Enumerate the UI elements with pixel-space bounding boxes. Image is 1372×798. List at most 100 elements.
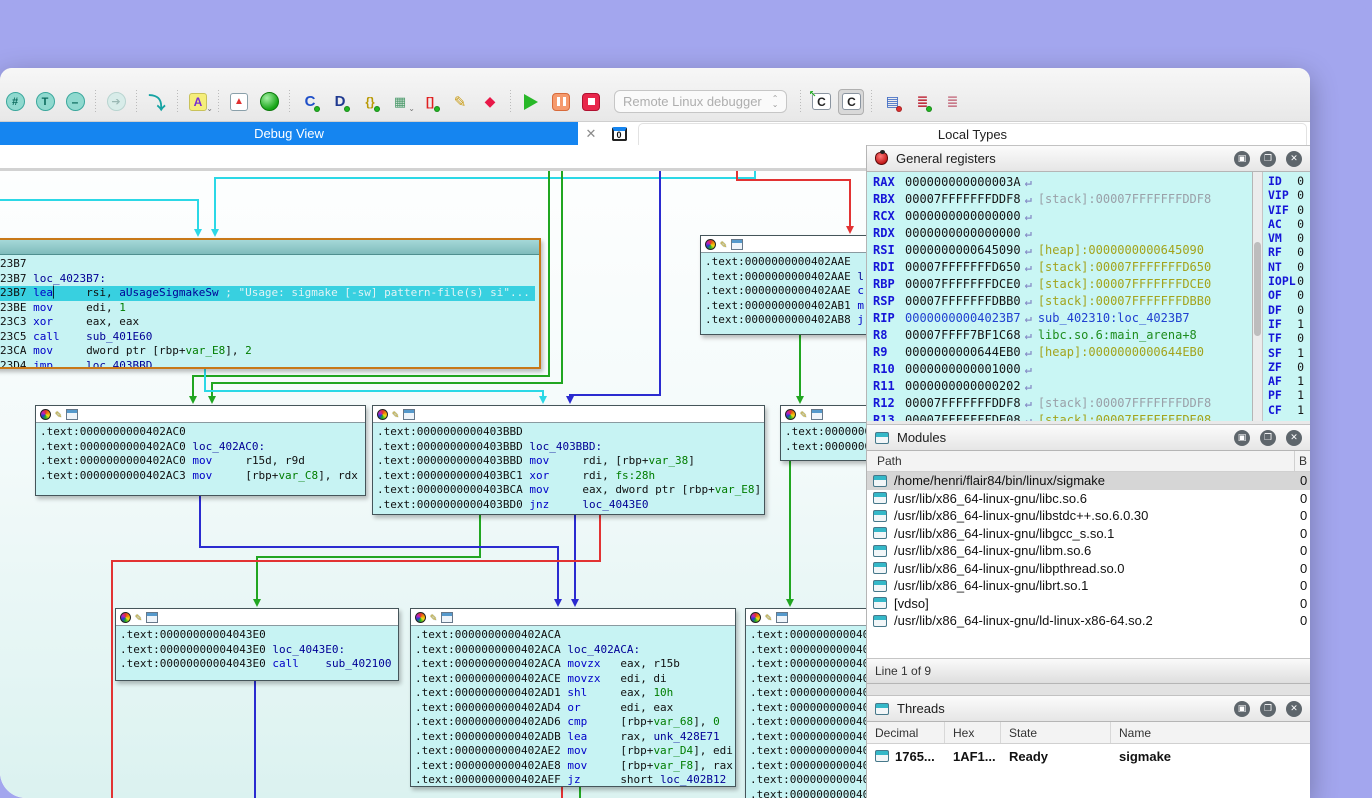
enter-value-icon[interactable]: ↵ <box>1021 192 1036 206</box>
block-edit-icon[interactable]: ✎ <box>55 409 62 420</box>
module-row[interactable]: /usr/lib/x86_64-linux-gnu/libc.so.60 <box>867 490 1310 508</box>
flag-row[interactable]: CF1 <box>1263 403 1310 417</box>
disasm-line[interactable]: .text:0000000000402ACE movzx edi, di <box>415 672 731 687</box>
block-color-icon[interactable] <box>415 612 426 623</box>
float-icon[interactable]: ❐ <box>1260 151 1276 167</box>
disasm-line[interactable]: .text:000000000040 <box>750 701 866 716</box>
block-header[interactable]: ✎ <box>746 609 866 626</box>
register-row[interactable]: RSI0000000000645090↵[heap]:0000000000645… <box>873 242 1252 259</box>
disasm-line[interactable]: 23C5 call sub_401E60 <box>0 330 535 345</box>
threads-column-header[interactable]: DecimalHexStateName <box>867 722 1310 744</box>
graph-view[interactable]: 23B723B7 loc_4023B7:23B7 lea▏ rsi, aUsag… <box>0 171 866 798</box>
registers-titlebar[interactable]: General registers ▣ ❐ ✕ <box>867 145 1310 172</box>
disasm-line[interactable]: .text:000000000040 <box>750 788 866 798</box>
threads-column-name[interactable]: Name <box>1111 722 1310 743</box>
flag-row[interactable]: AC0 <box>1263 217 1310 231</box>
disasm-line[interactable]: .text:0000000000403BBD loc_403BBD: <box>377 440 760 455</box>
flag-row[interactable]: TF0 <box>1263 331 1310 345</box>
close-icon[interactable]: ✕ <box>1286 701 1302 717</box>
disasm-line[interactable]: .text:0000000000402AAE c <box>705 284 866 299</box>
register-row[interactable]: RAX000000000000003A↵ <box>873 174 1252 191</box>
strings-icon[interactable]: – <box>62 89 88 115</box>
view-eip-icon[interactable]: 0 <box>604 122 634 145</box>
block-color-icon[interactable] <box>40 409 51 420</box>
block-edit-icon[interactable]: ✎ <box>392 409 399 420</box>
remove-entry-icon[interactable]: ≣ <box>939 89 965 115</box>
disasm-line[interactable]: 23B7 loc_4023B7: <box>0 272 535 287</box>
modules-path-column[interactable]: Path <box>867 454 1294 468</box>
block-title-bar[interactable] <box>0 240 539 255</box>
disasm-line[interactable]: 23D4 jmp loc_403BBD <box>0 359 535 370</box>
disasm-line[interactable]: .text:000000000040 <box>750 657 866 672</box>
disasm-line[interactable]: .text:0000000000403BC1 xor rdi, fs:28h <box>377 469 760 484</box>
module-row[interactable]: /usr/lib/x86_64-linux-gnu/librt.so.10 <box>867 577 1310 595</box>
block-graph-icon[interactable] <box>731 239 743 250</box>
flag-row[interactable]: VIP0 <box>1263 188 1310 202</box>
disasm-line[interactable]: 23BE mov edi, 1 <box>0 301 535 316</box>
module-row[interactable]: /home/henri/flair84/bin/linux/sigmake0 <box>867 472 1310 490</box>
block-graph-icon[interactable] <box>441 612 453 623</box>
stop-process-icon[interactable] <box>578 89 604 115</box>
disasm-line[interactable]: .text:0000000000402AB8 j <box>705 313 866 328</box>
d-data-icon[interactable]: D <box>327 89 353 115</box>
disasm-line[interactable]: 23B7 <box>0 257 535 272</box>
enter-value-icon[interactable]: ↵ <box>1021 362 1036 376</box>
disasm-line[interactable]: .text:0000000000402AC0 mov r15d, r9d <box>40 454 361 469</box>
close-icon[interactable]: ✕ <box>1286 151 1302 167</box>
flag-row[interactable]: RF0 <box>1263 245 1310 259</box>
graph-block[interactable]: ✎.text:0000000000402ACA.text:00000000004… <box>410 608 736 787</box>
module-row[interactable]: [vdso]0 <box>867 595 1310 613</box>
disasm-line[interactable]: .text:0000000000402ACA <box>415 628 731 643</box>
thread-row[interactable]: 1765...1AF1...Readysigmake <box>867 744 1310 768</box>
dock-icon[interactable]: ▣ <box>1234 701 1250 717</box>
list-view-icon[interactable]: ▤ <box>879 89 905 115</box>
quick-c-view-icon[interactable]: C↖ <box>808 89 834 115</box>
enter-value-icon[interactable]: ↵ <box>1021 396 1036 410</box>
register-row[interactable]: R100000000000001000↵ <box>873 361 1252 378</box>
graph-block[interactable]: ✎ .text:0000000000402AC0 .text:00000000004… <box>35 405 366 496</box>
block-graph-icon[interactable] <box>811 409 823 420</box>
threads-column-state[interactable]: State <box>1001 722 1111 743</box>
register-row[interactable]: R1300007FFFFFFFDE08↵[stack]:00007FFFFFFF… <box>873 412 1252 421</box>
module-row[interactable]: /usr/lib/x86_64-linux-gnu/ld-linux-x86-6… <box>867 612 1310 630</box>
block-edit-icon[interactable]: ✎ <box>765 612 772 623</box>
enter-value-icon[interactable]: ↵ <box>1021 260 1036 274</box>
block-graph-icon[interactable] <box>776 612 788 623</box>
debugger-select[interactable]: Remote Linux debugger⌃⌄ <box>614 90 787 113</box>
highlight-color-icon[interactable]: A⌄ <box>185 89 211 115</box>
modules-titlebar[interactable]: Modules ▣ ❐ ✕ <box>867 424 1310 451</box>
disasm-line[interactable]: 23B7 lea▏ rsi, aUsageSigmakeSw ; "Usage:… <box>0 286 535 301</box>
disasm-line[interactable]: .text:000000000040 <box>750 672 866 687</box>
disasm-line[interactable]: .text:0000000000402AEF jz short loc_402B… <box>415 773 731 787</box>
enter-value-icon[interactable]: ↵ <box>1021 243 1036 257</box>
flag-row[interactable]: NT0 <box>1263 260 1310 274</box>
threads-list[interactable]: 1765...1AF1...Readysigmake <box>867 744 1310 798</box>
graph-block[interactable]: ✎.text:000000000040.text:000000000040.te… <box>745 608 866 798</box>
block-color-icon[interactable] <box>785 409 796 420</box>
disasm-line[interactable]: .text:0000000000402AE8 mov [rbp+var_F8],… <box>415 759 731 774</box>
block-header[interactable]: ✎ <box>781 406 866 423</box>
register-row[interactable]: RBP00007FFFFFFFDCE0↵[stack]:00007FFFFFFF… <box>873 276 1252 293</box>
flag-row[interactable]: IF1 <box>1263 317 1310 331</box>
disasm-line[interactable]: .text:0000000000402AB1 m <box>705 299 866 314</box>
enter-value-icon[interactable]: ↵ <box>1021 226 1036 240</box>
modules-list[interactable]: /home/henri/flair84/bin/linux/sigmake0/u… <box>867 472 1310 630</box>
disasm-line[interactable]: .text:0000000000403BD0 jnz loc_4043E0 <box>377 498 760 513</box>
disasm-line[interactable]: .text:0000000000402AC0 <box>40 425 361 440</box>
block-graph-icon[interactable] <box>403 409 415 420</box>
disasm-line[interactable]: .text:000000000040 <box>750 730 866 745</box>
block-edit-icon[interactable]: ✎ <box>720 239 727 250</box>
jump-down-icon[interactable]: ⤵ <box>144 89 170 115</box>
disasm-line[interactable]: .text:00000000004043E0 <box>120 628 394 643</box>
braces-icon[interactable]: {} <box>357 89 383 115</box>
brackets-icon[interactable]: [] <box>417 89 443 115</box>
graph-block[interactable]: 23B723B7 loc_4023B7:23B7 lea▏ rsi, aUsag… <box>0 238 541 369</box>
block-color-icon[interactable] <box>377 409 388 420</box>
block-header[interactable]: ✎ <box>411 609 735 626</box>
chunks-icon[interactable]: ▦⌄ <box>387 89 413 115</box>
c-keyword-icon[interactable]: C <box>297 89 323 115</box>
disasm-line[interactable]: .text:0000000000402AD4 or edi, eax <box>415 701 731 716</box>
tab-close-icon[interactable]: ✕ <box>578 122 604 145</box>
flag-row[interactable]: AF1 <box>1263 374 1310 388</box>
disasm-line[interactable]: .text:0000000000402ACA loc_402ACA: <box>415 643 731 658</box>
